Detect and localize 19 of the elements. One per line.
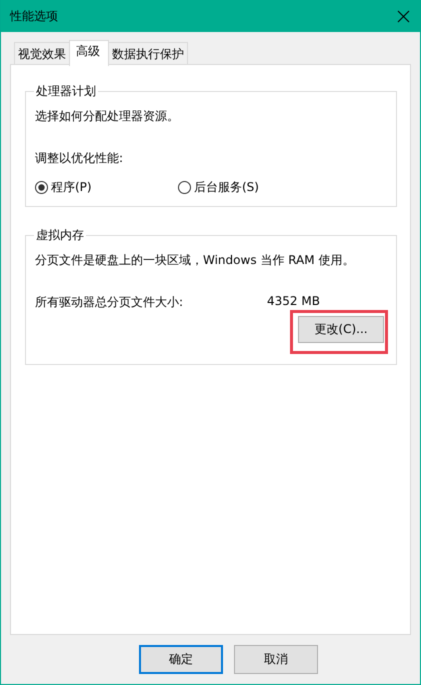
description-text: 选择如何分配处理器资源。	[35, 108, 180, 124]
tab[interactable]: 视觉效果	[14, 42, 70, 64]
description-text: 分页文件是硬盘上的一块区域，Windows 当作 RAM 使用。	[35, 252, 356, 268]
radio-button[interactable]	[178, 181, 191, 194]
window-title: 性能选项	[10, 8, 58, 24]
radio-label: 程序(P)	[51, 179, 92, 196]
radio-button[interactable]	[35, 181, 48, 194]
close-icon[interactable]	[397, 10, 410, 22]
tab[interactable]: 数据执行保护	[108, 42, 188, 64]
group-title: 处理器计划	[35, 83, 97, 100]
group-title: 虚拟内存	[35, 227, 85, 244]
tab[interactable]: 高级	[69, 40, 109, 66]
dialog-button[interactable]: 确定	[139, 645, 223, 674]
adjust-label: 调整以优化性能:	[35, 150, 124, 166]
change-button[interactable]: 更改(C)...	[298, 316, 384, 343]
total-size-value: 4352 MB	[267, 294, 320, 310]
total-size-label: 所有驱动器总分页文件大小:	[35, 294, 184, 311]
radio-label: 后台服务(S)	[194, 179, 259, 196]
dialog-button[interactable]: 取消	[234, 645, 318, 674]
